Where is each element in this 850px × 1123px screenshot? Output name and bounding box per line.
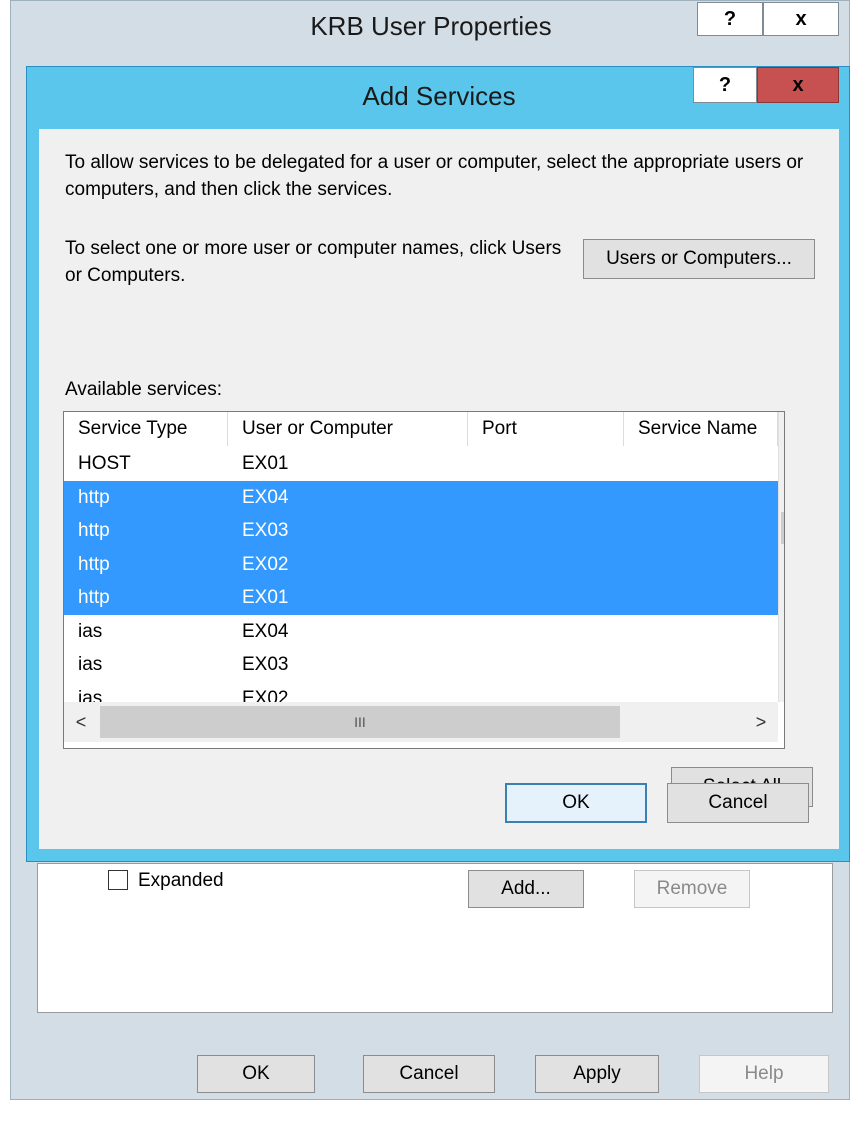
scroll-up-arrow-icon[interactable]: ^: [779, 412, 784, 446]
scroll-down-arrow-icon[interactable]: v: [779, 666, 784, 700]
remove-button[interactable]: Remove: [634, 870, 750, 908]
parent-close-button[interactable]: x: [763, 2, 839, 36]
horizontal-scrollbar[interactable]: < III >: [64, 702, 778, 742]
column-header-port[interactable]: Port: [468, 412, 624, 446]
table-cell-service-type: http: [78, 553, 110, 575]
dialog-body: To allow services to be delegated for a …: [39, 129, 839, 849]
column-header-service-type[interactable]: Service Type: [64, 412, 228, 446]
parent-apply-button[interactable]: Apply: [535, 1055, 659, 1093]
table-row[interactable]: http EX02: [64, 547, 778, 582]
table-cell-service-type: http: [78, 486, 110, 508]
vertical-scrollbar[interactable]: ^ v: [778, 412, 784, 702]
table-row[interactable]: http EX03: [64, 514, 778, 548]
delegation-panel: Expanded Add... Remove: [37, 863, 833, 1013]
parent-ok-button[interactable]: OK: [197, 1055, 315, 1093]
available-services-label: Available services:: [65, 379, 223, 400]
table-cell-service-type: ias: [78, 654, 103, 675]
parent-help-bottom-button[interactable]: Help: [699, 1055, 829, 1093]
dialog-close-button[interactable]: x: [757, 67, 839, 103]
expanded-label: Expanded: [138, 870, 224, 891]
vertical-scroll-thumb[interactable]: [781, 512, 784, 544]
table-cell-service-type: http: [78, 520, 110, 541]
users-or-computers-button[interactable]: Users or Computers...: [583, 239, 815, 279]
table-cell-user-or-computer: EX01: [242, 453, 289, 474]
table-cell-user-or-computer: EX03: [242, 654, 289, 675]
instruction-text: To allow services to be delegated for a …: [65, 152, 804, 200]
column-header-user-or-computer[interactable]: User or Computer: [228, 412, 468, 446]
table-row[interactable]: ias EX04: [64, 615, 778, 649]
table-cell-service-type: HOST: [78, 453, 131, 474]
scroll-left-arrow-icon[interactable]: <: [64, 702, 98, 742]
parent-cancel-button[interactable]: Cancel: [363, 1055, 495, 1093]
table-cell-user-or-computer: EX03: [242, 520, 289, 541]
table-cell-user-or-computer: EX04: [242, 620, 289, 642]
parent-help-button[interactable]: ?: [697, 2, 763, 36]
available-services-list[interactable]: Service Type User or Computer Port Servi…: [63, 411, 785, 749]
expanded-checkbox[interactable]: [108, 870, 128, 890]
table-row[interactable]: ias EX03: [64, 648, 778, 682]
table-cell-service-type: ias: [78, 620, 103, 642]
table-cell-user-or-computer: EX01: [242, 587, 289, 608]
dialog-cancel-button[interactable]: Cancel: [667, 783, 809, 823]
table-row[interactable]: http EX04: [64, 480, 778, 515]
table-cell-user-or-computer: EX04: [242, 486, 289, 508]
add-services-dialog: Add Services ? x To allow services to be…: [26, 66, 850, 862]
table-row[interactable]: HOST EX01: [64, 447, 778, 481]
table-cell-user-or-computer: EX02: [242, 553, 289, 575]
scroll-right-arrow-icon[interactable]: >: [744, 702, 778, 742]
horizontal-scroll-thumb[interactable]: III: [100, 706, 620, 738]
add-button[interactable]: Add...: [468, 870, 584, 908]
select-names-text: To select one or more user or computer n…: [65, 238, 562, 286]
table-cell-service-type: http: [78, 587, 110, 608]
dialog-ok-button[interactable]: OK: [505, 783, 647, 823]
column-header-service-name[interactable]: Service Name: [624, 412, 778, 446]
table-row[interactable]: http EX01: [64, 581, 778, 615]
dialog-help-button[interactable]: ?: [693, 67, 757, 103]
